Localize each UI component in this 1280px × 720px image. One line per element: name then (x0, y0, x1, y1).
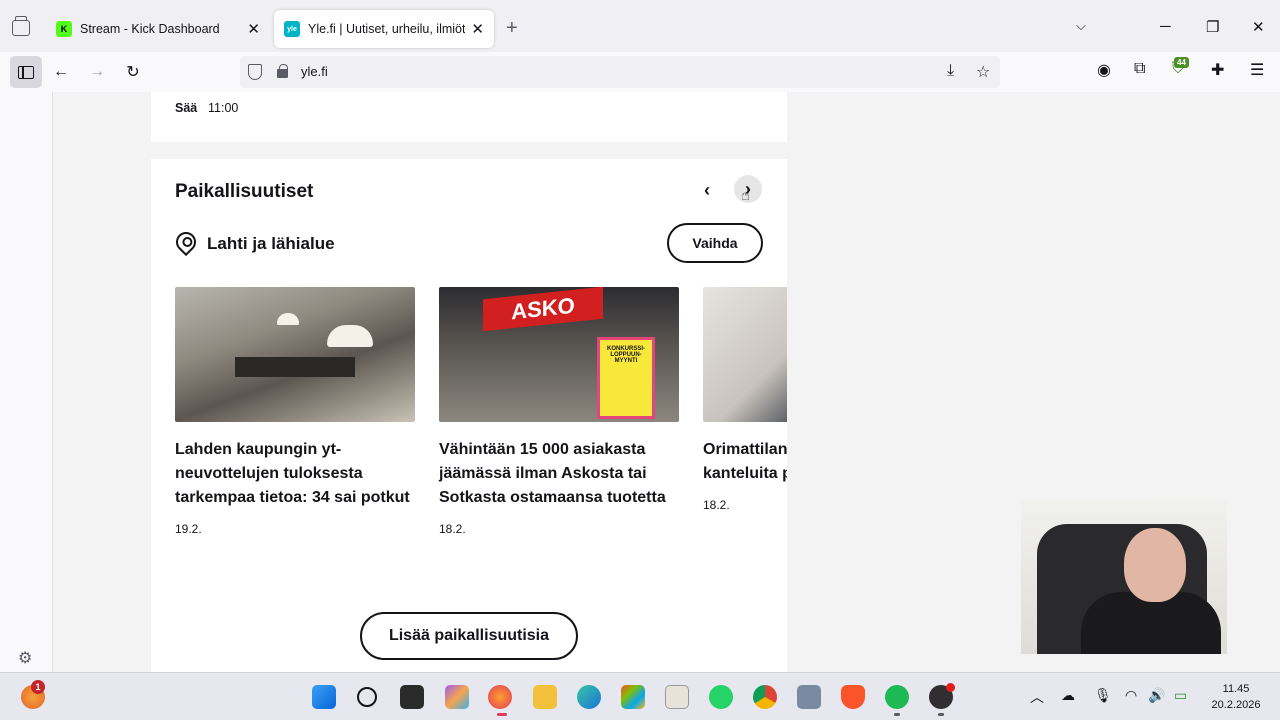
copilot-icon[interactable] (445, 685, 469, 709)
carousel-previous-chevron-icon[interactable]: ‹ (704, 180, 710, 201)
hand-cursor-icon: ☝ (741, 187, 751, 204)
search-icon[interactable] (357, 687, 377, 707)
more-local-news-button[interactable]: Lisää paikallisuutisia (360, 612, 578, 660)
sidebar-icon (18, 65, 34, 79)
task-view-icon[interactable] (400, 685, 424, 709)
clock-date: 20.2.2026 (1211, 699, 1261, 711)
recording-dot-icon (946, 683, 955, 692)
bookmark-star-icon[interactable]: ☆ (976, 62, 990, 82)
article-card[interactable]: Orimattilan johtajan va kanteluita petet… (703, 287, 787, 512)
tab-list-icon[interactable] (12, 16, 30, 36)
browser-sidebar (0, 92, 53, 672)
article-headline[interactable]: Orimattilan johtajan va kanteluita petet… (703, 438, 787, 486)
firefox-icon[interactable] (488, 685, 512, 709)
show-hidden-icons-chevron-icon[interactable]: ︿ (1030, 687, 1044, 707)
notification-badge: 1 (31, 680, 45, 694)
page-download-icon[interactable]: ⤓ (947, 62, 954, 80)
tab-strip: K Stream - Kick Dashboard ✕ yle Yle.fi |… (0, 0, 1280, 52)
asko-sign: ASKO (483, 287, 603, 332)
news-carousel: Lahden kaupungin yt-neuvottelujen tuloks… (175, 287, 787, 577)
article-card[interactable]: Lahden kaupungin yt-neuvottelujen tuloks… (175, 287, 415, 536)
yle-favicon-icon: yle (284, 21, 300, 37)
restore-icon[interactable]: ❐ (1206, 18, 1219, 36)
desk-shape (235, 357, 355, 377)
sidebar-toggle-button[interactable] (10, 56, 42, 88)
lamp-shape (327, 325, 373, 347)
tab-label: Stream - Kick Dashboard (80, 22, 220, 36)
close-tab-icon[interactable]: ✕ (247, 20, 260, 38)
webcam-person-head (1124, 528, 1186, 602)
extension-puzzle-icon[interactable]: ✚ (1211, 60, 1224, 80)
article-date: 18.2. (439, 522, 466, 536)
spotify-icon[interactable] (885, 685, 909, 709)
tab-label: Yle.fi | Uutiset, urheilu, ilmiöt (308, 22, 466, 36)
webcam-overlay (1021, 500, 1227, 654)
weather-card: Sää 11:00 (151, 92, 787, 142)
account-icon[interactable]: ◉ (1097, 60, 1111, 80)
location-label: Lahti ja lähialue (207, 234, 335, 253)
cloud-offline-icon[interactable]: ☁ (1061, 687, 1075, 704)
edge-icon[interactable] (577, 685, 601, 709)
volume-icon[interactable]: 🔊 (1148, 687, 1165, 704)
snipping-tool-icon[interactable] (665, 685, 689, 709)
lock-icon[interactable] (277, 64, 288, 78)
article-headline[interactable]: Vähintään 15 000 asiakasta jäämässä ilma… (439, 438, 679, 510)
tab-kick-dashboard[interactable]: K Stream - Kick Dashboard ✕ (46, 10, 270, 48)
reload-button[interactable]: ↻ (121, 60, 145, 84)
new-tab-icon[interactable]: + (506, 17, 518, 40)
clock-time: 11.45 (1222, 683, 1250, 695)
file-explorer-icon[interactable] (533, 685, 557, 709)
microphone-icon[interactable]: 🎙 (1094, 687, 1112, 704)
minimize-icon[interactable]: ─ (1160, 18, 1171, 35)
article-image[interactable] (175, 287, 415, 422)
extensions-puzzle-icon[interactable]: ⧉ (1134, 60, 1145, 78)
location-pin-icon (171, 227, 201, 257)
tab-overflow-chevron-icon[interactable]: ⌵ (1076, 18, 1086, 34)
navigation-toolbar: ← → ↻ yle.fi ⤓ ☆ (0, 52, 1280, 92)
back-button[interactable]: ← (49, 60, 73, 84)
article-image[interactable]: ASKO KONKURSSI-LOPPUUN-MYYNTI (439, 287, 679, 422)
tab-yle[interactable]: yle Yle.fi | Uutiset, urheilu, ilmiöt ✕ (274, 10, 494, 48)
lamp-shape (277, 313, 299, 325)
section-title: Paikallisuutiset (175, 181, 314, 202)
article-headline[interactable]: Lahden kaupungin yt-neuvottelujen tuloks… (175, 438, 415, 510)
whatsapp-icon[interactable] (709, 685, 733, 709)
kick-favicon-icon: K (56, 21, 72, 37)
chrome-icon[interactable] (753, 685, 777, 709)
menu-hamburger-icon[interactable]: ☰ (1250, 60, 1264, 80)
change-location-button[interactable]: Vaihda (667, 223, 763, 263)
wifi-icon[interactable]: ◠ (1125, 687, 1137, 704)
local-news-card: Paikallisuutiset ‹ › ☝ Lahti ja lähialue… (151, 159, 787, 672)
sale-poster: KONKURSSI-LOPPUUN-MYYNTI (597, 337, 655, 419)
active-app-indicator (497, 713, 507, 716)
article-card[interactable]: ASKO KONKURSSI-LOPPUUN-MYYNTI Vähintään … (439, 287, 679, 536)
running-app-indicator (894, 713, 900, 716)
weather-label: Sää (175, 101, 198, 115)
close-tab-icon[interactable]: ✕ (471, 20, 484, 38)
url-text[interactable]: yle.fi (301, 64, 328, 79)
weather-time: 11:00 (208, 101, 239, 115)
running-app-indicator (938, 713, 944, 716)
calculator-icon[interactable] (797, 685, 821, 709)
taskbar-clock[interactable]: 11.45 20.2.2026 (1205, 681, 1267, 713)
close-window-icon[interactable]: ✕ (1252, 18, 1265, 36)
windows-start-icon[interactable] (312, 685, 336, 709)
forward-button[interactable]: → (85, 60, 109, 84)
extension-badge: 44 (1174, 57, 1189, 68)
article-image[interactable] (703, 287, 787, 422)
url-bar[interactable]: yle.fi ⤓ ☆ (240, 56, 1000, 88)
brave-icon[interactable] (841, 685, 865, 709)
article-date: 19.2. (175, 522, 202, 536)
sidebar-settings-gear-icon[interactable]: ⚙ (18, 648, 32, 668)
microsoft-store-icon[interactable] (621, 685, 645, 709)
battery-icon[interactable]: ▭ (1174, 687, 1187, 704)
windows-taskbar: 1 ︿ ☁ 🎙 ◠ 🔊 ▭ 11.45 20.2.2026 (0, 672, 1280, 720)
article-date: 18.2. (703, 498, 730, 512)
tracking-protection-shield-icon[interactable] (248, 64, 262, 80)
